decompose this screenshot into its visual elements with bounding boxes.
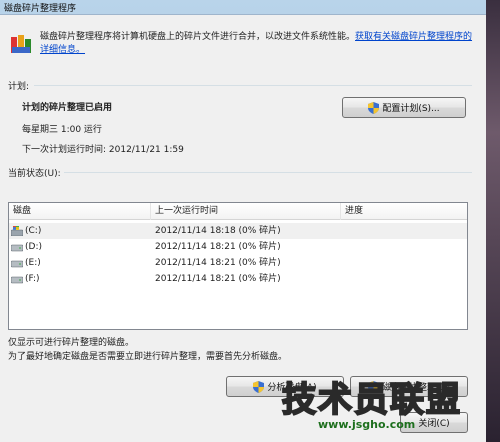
schedule-label: 计划: — [8, 82, 30, 92]
disk-last-run: 2012/11/14 18:18 (0% 碎片) — [155, 226, 281, 236]
hard-drive-icon — [11, 260, 23, 268]
disk-last-run: 2012/11/14 18:21 (0% 碎片) — [155, 242, 281, 252]
watermark-logo-text: 技术员联盟 — [281, 379, 462, 421]
disk-list-header: 磁盘 上一次运行时间 进度 — [9, 203, 467, 220]
disk-name: (C:) — [25, 226, 42, 236]
uac-shield-icon — [253, 380, 265, 393]
schedule-status: 计划的碎片整理已启用 — [22, 103, 113, 113]
window-title: 磁盘碎片整理程序 — [4, 3, 77, 14]
system-drive-icon — [11, 226, 23, 236]
column-header-progress[interactable]: 进度 — [341, 203, 467, 220]
disk-last-run: 2012/11/14 18:21 (0% 碎片) — [155, 274, 281, 284]
column-header-last-run[interactable]: 上一次运行时间 — [151, 203, 341, 220]
disk-name: (D:) — [25, 242, 42, 252]
disk-last-run: 2012/11/14 18:21 (0% 碎片) — [155, 258, 281, 268]
description: 磁盘碎片整理程序将计算机硬盘上的碎片文件进行合并，以改进文件系统性能。 — [40, 32, 356, 42]
disk-row[interactable]: (E:) 2012/11/14 18:21 (0% 碎片) — [9, 255, 467, 271]
disk-list[interactable]: 磁盘 上一次运行时间 进度 (C:) 2012/11/14 18:18 (0% … — [8, 202, 468, 330]
disk-row[interactable]: (C:) 2012/11/14 18:18 (0% 碎片) — [9, 223, 467, 239]
status-separator — [64, 172, 472, 173]
current-status-label: 当前状态(U): — [8, 169, 61, 179]
hard-drive-icon — [11, 244, 23, 252]
hard-drive-icon — [11, 276, 23, 284]
disk-name: (E:) — [25, 258, 41, 268]
watermark-url: www.jsgho.com — [318, 418, 416, 431]
note-analyze-first: 为了最好地确定磁盘是否需要立即进行碎片整理，需要首先分析磁盘。 — [8, 352, 288, 362]
description-text: 磁盘碎片整理程序将计算机硬盘上的碎片文件进行合并，以改进文件系统性能。获取有关磁… — [40, 31, 480, 57]
configure-schedule-label: 配置计划(S)... — [382, 104, 440, 114]
defrag-app-icon — [11, 35, 31, 53]
note-defraggable-only: 仅显示可进行碎片整理的磁盘。 — [8, 338, 135, 348]
disk-row[interactable]: (D:) 2012/11/14 18:21 (0% 碎片) — [9, 239, 467, 255]
desktop-background — [486, 0, 500, 442]
schedule-frequency: 每星期三 1:00 运行 — [22, 125, 102, 135]
disk-name: (F:) — [25, 274, 40, 284]
title-bar[interactable]: 磁盘碎片整理程序 — [0, 0, 486, 14]
configure-schedule-button[interactable]: 配置计划(S)... — [342, 97, 466, 118]
uac-shield-icon — [368, 101, 380, 114]
column-header-disk[interactable]: 磁盘 — [9, 203, 151, 220]
schedule-next-run: 下一次计划运行时间: 2012/11/21 1:59 — [22, 145, 184, 155]
schedule-separator — [34, 85, 472, 86]
disk-row[interactable]: (F:) 2012/11/14 18:21 (0% 碎片) — [9, 271, 467, 287]
